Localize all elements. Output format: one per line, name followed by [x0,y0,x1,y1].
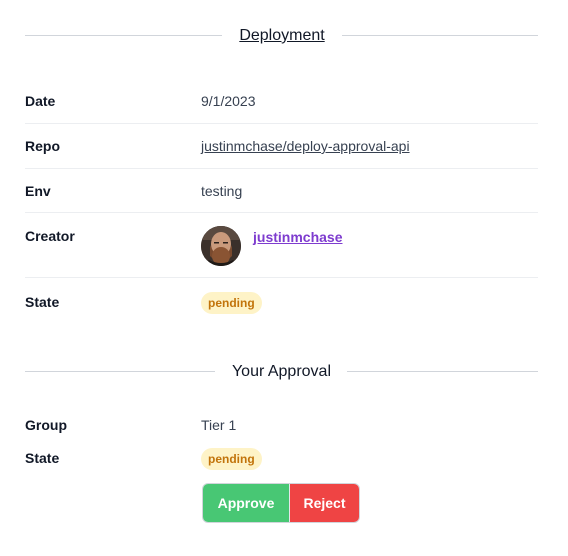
creator-label: Creator [25,228,75,244]
env-value: testing [201,183,243,199]
divider-line-left [25,35,222,36]
divider-line-right [347,371,538,372]
date-row: Date 9/1/2023 [25,93,538,113]
reject-button[interactable]: Reject [290,484,359,522]
repo-link[interactable]: justinmchase/deploy-approval-api [201,138,410,154]
pending-status-badge: pending [201,292,262,314]
divider-line-right [342,35,538,36]
avatar-photo-icon [201,226,241,266]
group-label: Group [25,417,67,433]
deployment-state-value: pending [201,292,262,314]
date-value: 9/1/2023 [201,93,256,109]
repo-row: Repo justinmchase/deploy-approval-api [25,138,538,158]
env-label: Env [25,183,51,199]
approval-title: Your Approval [231,363,332,380]
repo-label: Repo [25,138,60,154]
creator-row: Creator justinmchase [25,226,538,266]
creator-username-link[interactable]: justinmchase [253,229,342,245]
divider-line-left [25,371,215,372]
row-divider [25,277,538,278]
row-divider [25,123,538,124]
approval-section-divider: Your Approval [25,360,538,384]
pending-status-badge: pending [201,448,262,470]
group-value: Tier 1 [201,417,237,433]
approval-state-label: State [25,450,60,466]
row-divider [25,168,538,169]
row-divider [25,212,538,213]
approve-button[interactable]: Approve [203,484,290,522]
deployment-state-row: State pending [25,292,538,318]
approval-action-buttons: Approve Reject [202,483,360,523]
approval-state-value: pending [201,448,262,470]
group-row: Group Tier 1 [25,417,538,437]
deployment-section-divider: Deployment [25,24,538,48]
env-row: Env testing [25,183,538,203]
deployment-state-label: State [25,294,60,310]
approval-state-row: State pending [25,448,538,474]
date-label: Date [25,93,56,109]
deployment-title-link[interactable]: Deployment [238,24,326,48]
creator-avatar[interactable] [201,226,241,266]
